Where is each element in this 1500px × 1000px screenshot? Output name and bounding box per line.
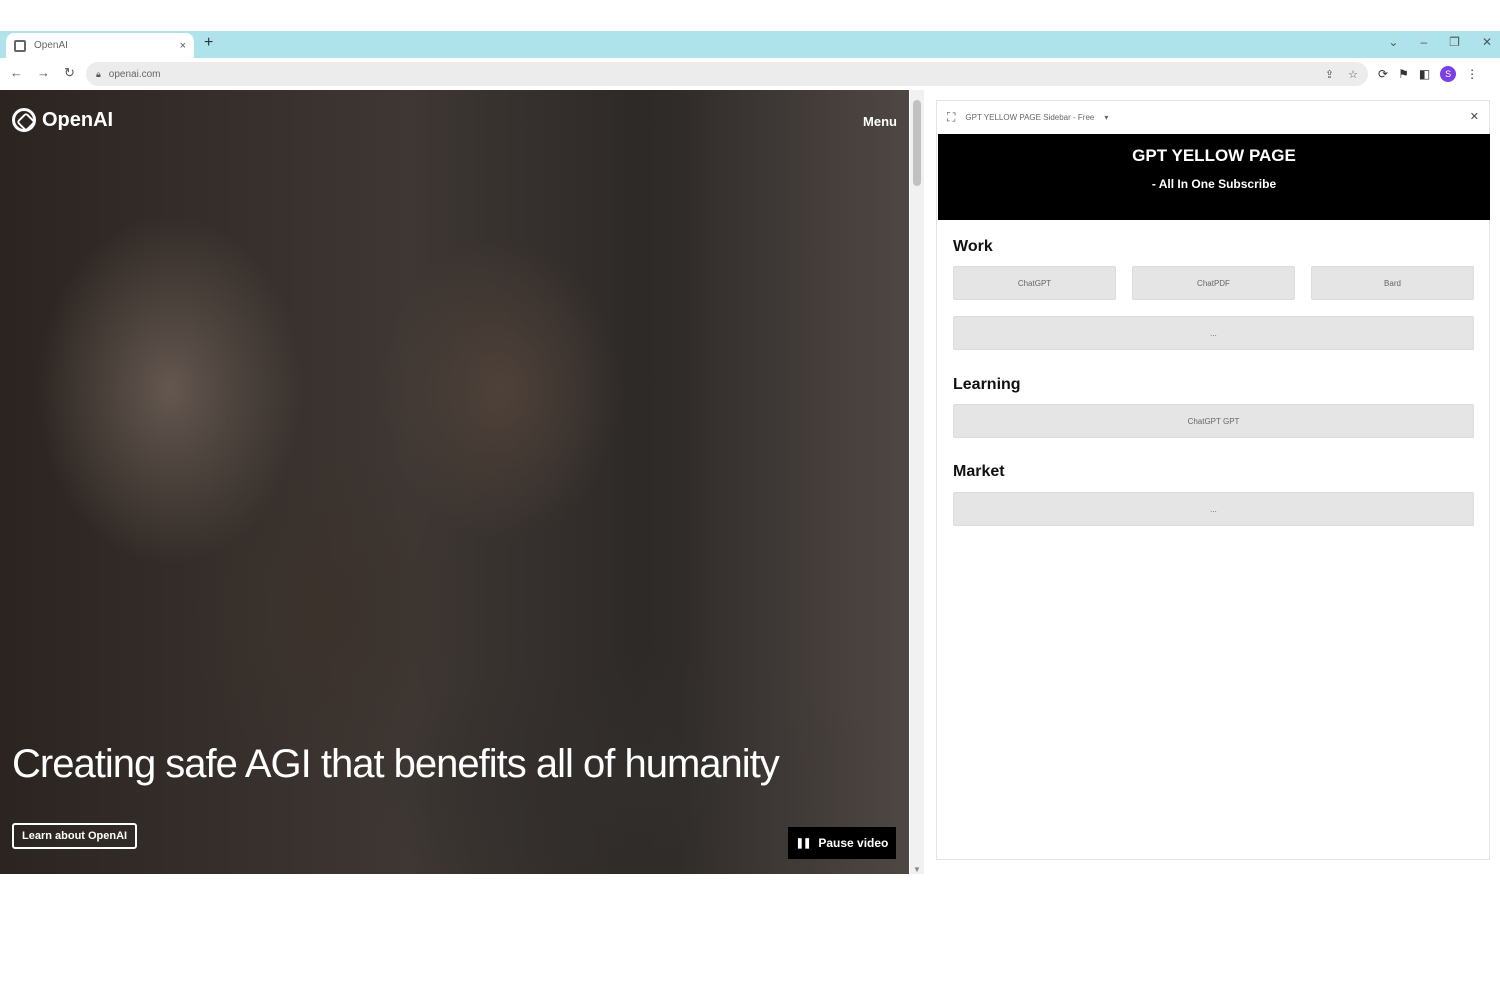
- page-scrollbar[interactable]: ▼: [910, 90, 924, 874]
- openai-favicon-icon: [14, 39, 26, 52]
- openai-logo[interactable]: OpenAI: [12, 108, 113, 132]
- profile-avatar[interactable]: S: [1440, 66, 1457, 82]
- bookmark-star-icon[interactable]: ☆: [1348, 68, 1358, 81]
- extension-area: ⟳ ⚑ ◧ S ⋮: [1378, 66, 1478, 82]
- browser-toolbar: ← → ↻ 🔒︎ openai.com ⇪ ☆ ⟳ ⚑ ◧ S ⋮: [0, 58, 1500, 90]
- tab-title: OpenAI: [34, 40, 68, 51]
- side-panel-icon[interactable]: ◧: [1419, 67, 1430, 81]
- lock-icon[interactable]: 🔒︎: [96, 69, 101, 80]
- learning-item-chatgpt[interactable]: ChatGPT GPT: [953, 404, 1474, 438]
- reload-icon[interactable]: ↻: [64, 65, 75, 81]
- logo-text: OpenAI: [42, 108, 114, 131]
- work-item-bard[interactable]: Bard: [1311, 266, 1474, 300]
- gpt-yellow-page-banner[interactable]: GPT YELLOW PAGE - All In One Subscribe: [938, 134, 1490, 220]
- tab-close-icon[interactable]: ×: [180, 40, 186, 52]
- openai-logo-icon: [12, 108, 36, 132]
- work-item-more[interactable]: ...: [953, 316, 1474, 350]
- window-controls: ⌄ – ❐ ✕: [1388, 35, 1492, 49]
- extensions-puzzle-icon[interactable]: ⚑: [1398, 67, 1409, 81]
- pause-video-button[interactable]: ❚❚ Pause video: [788, 827, 896, 859]
- menu-button[interactable]: Menu: [863, 114, 897, 129]
- side-panel-header: ⛶ GPT YELLOW PAGE Sidebar - Free ▾ ✕: [937, 101, 1491, 133]
- section-title-work: Work: [953, 238, 993, 255]
- url-text[interactable]: openai.com: [109, 69, 1311, 80]
- nav-buttons: ← → ↻: [10, 65, 75, 81]
- close-window-button[interactable]: ✕: [1482, 35, 1492, 49]
- tab-search-icon[interactable]: ⌄: [1388, 35, 1398, 49]
- section-title-learning: Learning: [953, 376, 1021, 393]
- openai-hero: OpenAI Menu Creating safe AGI that benef…: [0, 90, 909, 874]
- back-icon[interactable]: ←: [10, 65, 23, 81]
- side-panel-close-icon[interactable]: ✕: [1470, 110, 1479, 123]
- share-icon[interactable]: ⇪: [1325, 68, 1334, 81]
- banner-subtitle: - All In One Subscribe: [1151, 177, 1277, 191]
- work-item-chatgpt[interactable]: ChatGPT: [953, 266, 1116, 300]
- new-tab-button[interactable]: +: [204, 34, 213, 52]
- more-menu-icon[interactable]: ⋮: [1466, 67, 1478, 81]
- side-panel-selector[interactable]: GPT YELLOW PAGE Sidebar - Free: [965, 113, 1094, 122]
- market-item-more[interactable]: ...: [953, 492, 1474, 526]
- restore-button[interactable]: ❐: [1449, 35, 1460, 49]
- tab-bar: OpenAI × + ⌄ – ❐ ✕: [0, 31, 1500, 58]
- section-title-market: Market: [953, 463, 1005, 480]
- tab-openai[interactable]: OpenAI ×: [6, 33, 194, 58]
- scrollbar-thumb[interactable]: [913, 100, 921, 186]
- banner-title: GPT YELLOW PAGE: [1132, 146, 1296, 165]
- minimize-button[interactable]: –: [1420, 35, 1427, 49]
- scroll-down-icon[interactable]: ▼: [913, 865, 921, 874]
- pause-icon: ❚❚: [795, 837, 812, 849]
- work-item-chatpdf[interactable]: ChatPDF: [1132, 266, 1295, 300]
- side-panel: ⛶ GPT YELLOW PAGE Sidebar - Free ▾ ✕ GPT…: [936, 100, 1490, 860]
- address-bar[interactable]: 🔒︎ openai.com ⇪ ☆: [86, 62, 1368, 86]
- pause-label: Pause video: [818, 836, 889, 850]
- dropdown-caret-icon[interactable]: ▾: [1104, 113, 1108, 122]
- learn-about-openai-button[interactable]: Learn about OpenAI: [12, 823, 138, 849]
- forward-icon[interactable]: →: [37, 65, 50, 81]
- hero-headline: Creating safe AGI that benefits all of h…: [12, 742, 780, 786]
- extension-sync-icon[interactable]: ⟳: [1378, 67, 1388, 81]
- extension-logo-icon: ⛶: [947, 109, 956, 124]
